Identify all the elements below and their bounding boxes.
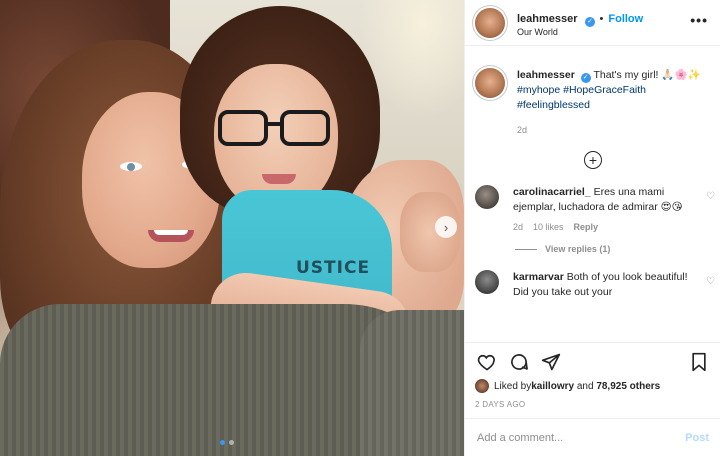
heart-icon[interactable]: ♡ [706,276,715,287]
sweater-sleeve [360,310,464,456]
more-icon[interactable]: ••• [690,12,708,28]
post-sidebar: leahmesser ✓ • Follow Our World ••• leah… [464,0,720,456]
verified-icon: ✓ [585,16,595,27]
comment-item: karmarvar Both of you look beautiful! Di… [465,270,720,300]
heart-icon[interactable] [475,350,499,374]
post-photo[interactable]: USTICE › [0,0,464,456]
carousel-dots [220,440,234,445]
likes-summary[interactable]: Liked by kaillowry and 78,925 others [475,379,711,393]
comment-username[interactable]: karmarvar [513,271,564,283]
divider [515,248,537,250]
likes-prefix: Liked by [494,380,532,392]
view-replies-button[interactable]: View replies (1) [515,244,720,254]
heart-icon[interactable]: ♡ [706,191,715,202]
avatar [475,379,489,393]
view-replies-label: View replies (1) [545,244,611,255]
avatar[interactable] [475,184,499,209]
location-link[interactable]: Our World [517,27,643,38]
shirt-text: USTICE [296,258,371,278]
bookmark-icon[interactable] [687,350,711,374]
post-button[interactable]: Post [685,432,709,444]
caption-text: That's my girl! 🙏🏻🌸✨ [593,69,701,81]
comment-time[interactable]: 2d [513,221,523,234]
share-icon[interactable] [539,350,563,374]
post-actions: Liked by kaillowry and 78,925 others 2 D… [465,342,720,409]
hashtag-link[interactable]: #myhope [517,84,560,96]
caption-time[interactable]: 2d [517,124,711,137]
carousel-dot [220,440,225,445]
comment-icon[interactable] [507,350,531,374]
comment-input[interactable] [477,431,686,444]
reply-button[interactable]: Reply [574,221,599,234]
woman-eye-left [120,162,142,171]
comment-username[interactable]: carolinacarriel_ [513,186,591,198]
post-time[interactable]: 2 DAYS AGO [475,400,711,409]
comment-item: carolinacarriel_ Eres una mami ejemplar,… [465,184,720,234]
likes-user[interactable]: kaillowry [531,381,574,392]
verified-icon: ✓ [580,73,591,84]
likes-middle: and [574,380,597,392]
avatar[interactable] [475,68,505,98]
caption-username[interactable]: leahmesser [517,69,575,81]
hashtag-link[interactable]: #feelingblessed [517,99,590,111]
caption: leahmesser ✓ That's my girl! 🙏🏻🌸✨ #myhop… [465,60,720,137]
woman-smile [148,230,194,242]
post-header: leahmesser ✓ • Follow Our World ••• [465,0,720,46]
avatar[interactable] [475,7,505,38]
add-circle-icon[interactable]: + [584,150,602,169]
follow-button[interactable]: Follow [608,13,643,25]
hashtag-link[interactable]: #HopeGraceFaith [563,84,646,96]
comments-list[interactable]: leahmesser ✓ That's my girl! 🙏🏻🌸✨ #myhop… [465,60,720,342]
avatar[interactable] [475,270,499,295]
comment-likes[interactable]: 10 likes [533,221,564,234]
likes-count[interactable]: 78,925 others [596,381,660,392]
glasses [218,110,330,150]
add-comment-bar: Post [465,418,720,456]
author-username[interactable]: leahmesser [517,13,578,25]
carousel-dot [229,440,234,445]
chevron-right-icon[interactable]: › [435,216,457,238]
girl-smile [262,174,296,184]
